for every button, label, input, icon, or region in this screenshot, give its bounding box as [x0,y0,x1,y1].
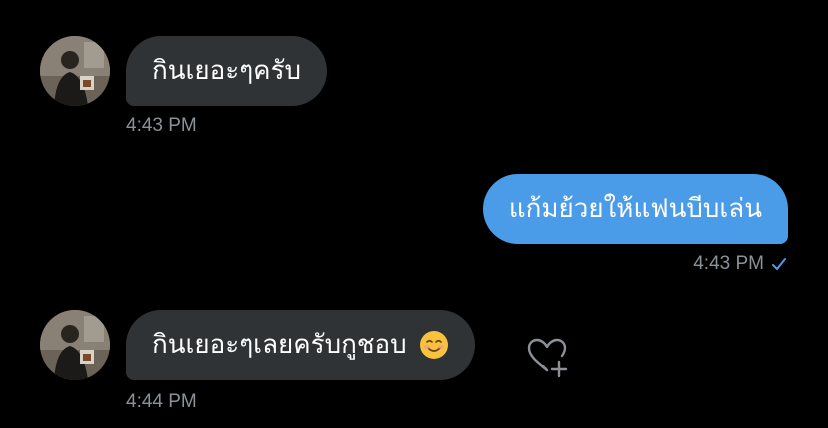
message-timestamp: 4:44 PM [126,391,197,412]
avatar-photo [40,36,110,106]
checkmark-icon [772,257,786,270]
message-bubble-incoming[interactable]: กินเยอะๆเลยครับกูชอบ [126,310,475,380]
smiling-face-emoji-icon [419,331,448,359]
avatar[interactable] [40,310,110,380]
message-bubble-incoming[interactable]: กินเยอะๆครับ [126,36,328,106]
heart-add-icon[interactable] [523,334,571,382]
message-text: แก้มย้วยให้แฟนบีบเล่น [508,194,762,224]
message-text: กินเยอะๆเลยครับกูชอบ [152,330,407,360]
avatar[interactable] [40,36,110,106]
message-timestamp: 4:43 PM [126,115,197,136]
avatar-photo [40,310,110,380]
message-status: 4:43 PM [693,253,788,275]
message-bubble-outgoing[interactable]: แก้มย้วยให้แฟนบีบเล่น [482,174,788,244]
message-text: กินเยอะๆครับ [152,56,302,86]
message-timestamp: 4:43 PM [693,253,764,274]
